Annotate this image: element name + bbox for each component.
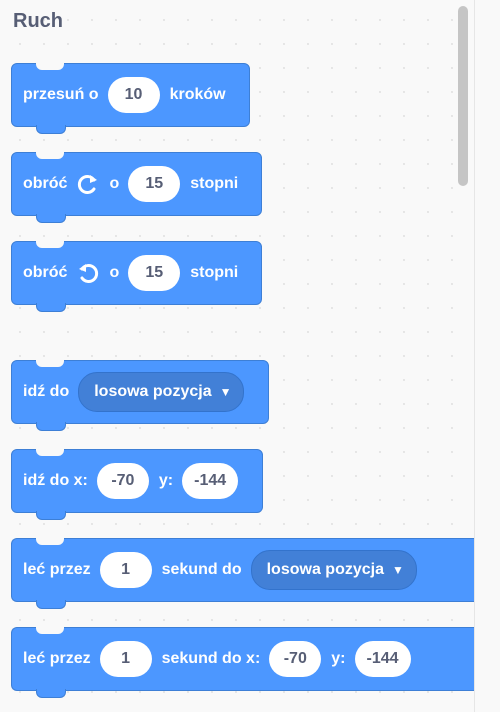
block-label: obróć: [23, 175, 68, 192]
dropdown-value: losowa pozycja: [266, 561, 384, 578]
dropdown-caret-icon: ▼: [391, 563, 404, 577]
seconds-input[interactable]: 1: [99, 641, 152, 677]
glide-target-dropdown[interactable]: losowa pozycja ▼: [250, 550, 417, 590]
goto-block[interactable]: idź do losowa pozycja ▼: [11, 360, 270, 431]
x-input[interactable]: -70: [269, 641, 322, 677]
scrollbar-thumb[interactable]: [458, 6, 468, 186]
block-label: przesuń o: [23, 86, 99, 103]
block-label: o: [109, 264, 120, 281]
goto-target-dropdown[interactable]: losowa pozycja ▼: [78, 372, 245, 412]
degrees-input[interactable]: 15: [128, 166, 181, 202]
block-label: stopni: [190, 175, 239, 192]
block-label: leć przez: [23, 561, 91, 578]
scrollbar-track[interactable]: [474, 0, 500, 712]
turn-right-block[interactable]: obróć o 15 stopni: [11, 152, 263, 223]
seconds-input[interactable]: 1: [99, 552, 152, 588]
block-label: o: [109, 175, 120, 192]
block-label: stopni: [190, 264, 239, 281]
goto-xy-block[interactable]: idź do x: -70 y: -144: [11, 449, 264, 520]
block-label: kroków: [169, 86, 226, 103]
move-steps-block[interactable]: przesuń o 10 kroków: [11, 63, 250, 134]
block-label: y:: [158, 472, 174, 489]
rotate-counterclockwise-icon: [76, 261, 100, 285]
block-label: idź do: [23, 383, 70, 400]
degrees-input[interactable]: 15: [128, 255, 181, 291]
block-label: idź do x:: [23, 472, 88, 489]
turn-left-block[interactable]: obróć o 15 stopni: [11, 241, 263, 312]
glide-xy-block[interactable]: leć przez 1 sekund do x: -70 y: -144: [11, 627, 474, 698]
block-label: sekund do: [161, 561, 242, 578]
block-label: sekund do x:: [161, 650, 261, 667]
x-input[interactable]: -70: [96, 463, 149, 499]
rotate-clockwise-icon: [76, 172, 100, 196]
steps-input[interactable]: 10: [107, 77, 160, 113]
dropdown-caret-icon: ▼: [219, 385, 232, 399]
y-input[interactable]: -144: [182, 463, 239, 499]
block-label: leć przez: [23, 650, 91, 667]
glide-to-block[interactable]: leć przez 1 sekund do losowa pozycja ▼: [11, 538, 474, 609]
category-title: Ruch: [13, 10, 63, 32]
block-label: obróć: [23, 264, 68, 281]
block-palette: Ruch przesuń o 10 kroków obróć o 15 stop…: [0, 0, 500, 712]
dropdown-value: losowa pozycja: [94, 383, 212, 400]
y-input[interactable]: -144: [354, 641, 411, 677]
block-label: y:: [331, 650, 346, 667]
